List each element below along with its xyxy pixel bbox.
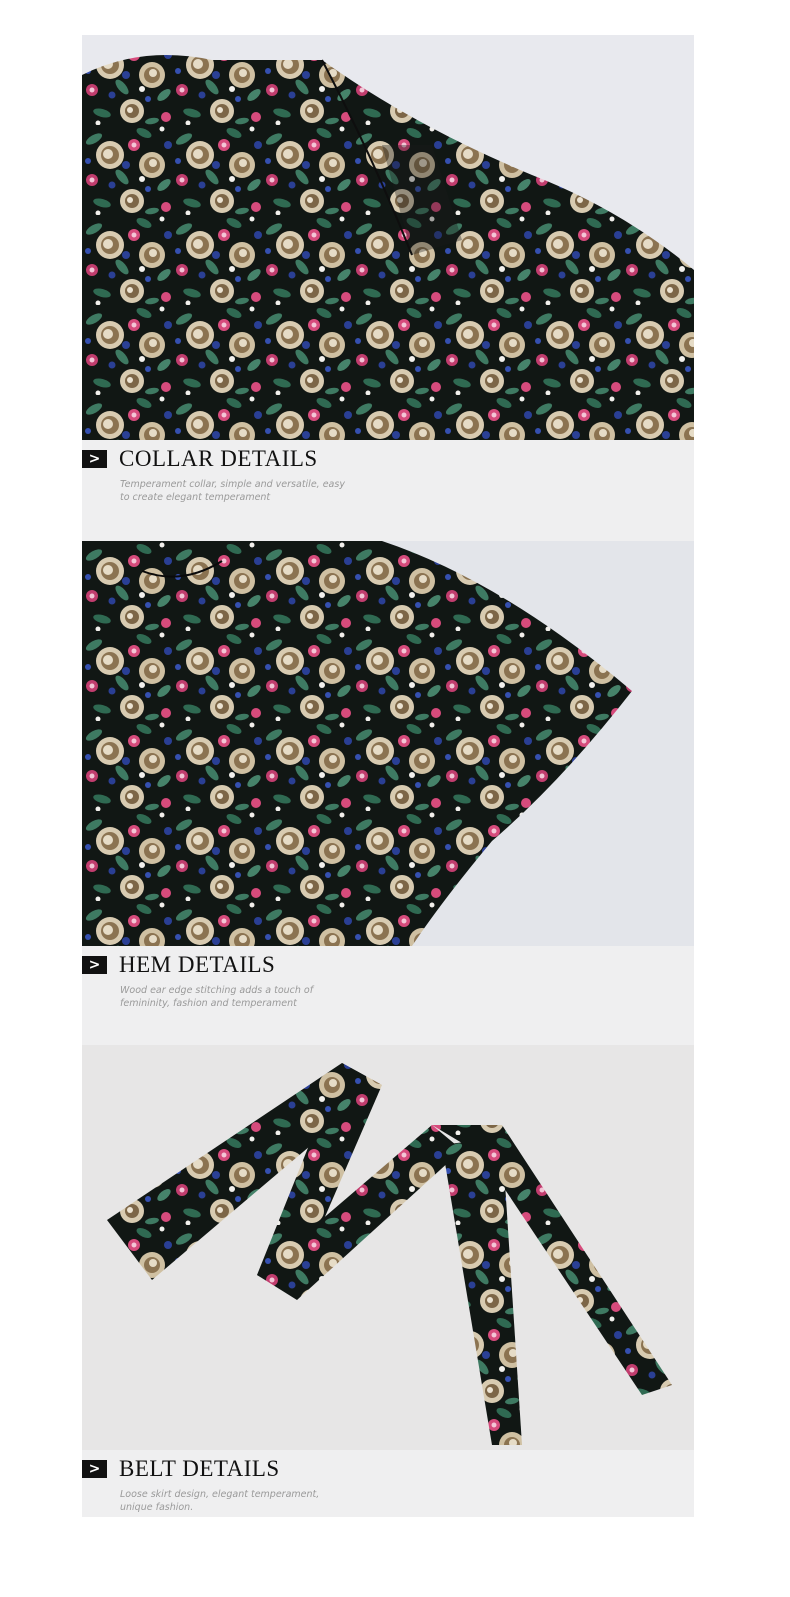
belt-details-description: Loose skirt design, elegant temperament,…: [120, 1488, 350, 1514]
hem-details-panel: > HEM DETAILS Wood ear edge stitching ad…: [82, 541, 694, 1045]
hem-details-title: HEM DETAILS: [119, 952, 276, 977]
hem-caption: > HEM DETAILS Wood ear edge stitching ad…: [82, 946, 694, 1045]
collar-details-panel: > COLLAR DETAILS Temperament collar, sim…: [82, 35, 694, 541]
hem-desc-line-2: femininity, fashion and temperament: [120, 998, 297, 1009]
collar-desc-line-2: to create elegant temperament: [120, 492, 271, 503]
belt-caption: > BELT DETAILS Loose skirt design, elega…: [82, 1450, 694, 1517]
collar-caption: > COLLAR DETAILS Temperament collar, sim…: [82, 440, 694, 541]
collar-details-title: COLLAR DETAILS: [119, 446, 318, 471]
floral-belt-photo: [82, 1045, 694, 1450]
belt-desc-line-2: unique fashion.: [120, 1502, 194, 1513]
hem-desc-line-1: Wood ear edge stitching adds a touch of: [120, 985, 314, 996]
arrow-right-icon: >: [82, 1460, 107, 1478]
floral-blouse-hem-photo: [82, 541, 694, 946]
belt-details-title: BELT DETAILS: [119, 1456, 280, 1481]
arrow-right-icon: >: [82, 956, 107, 974]
collar-desc-line-1: Temperament collar, simple and versatile…: [120, 479, 345, 490]
floral-blouse-collar-photo: [82, 35, 694, 440]
belt-details-panel: > BELT DETAILS Loose skirt design, elega…: [82, 1045, 694, 1517]
hem-details-description: Wood ear edge stitching adds a touch of …: [120, 984, 350, 1010]
belt-desc-line-1: Loose skirt design, elegant temperament,: [120, 1489, 320, 1500]
arrow-right-icon: >: [82, 450, 107, 468]
collar-details-description: Temperament collar, simple and versatile…: [120, 478, 350, 504]
